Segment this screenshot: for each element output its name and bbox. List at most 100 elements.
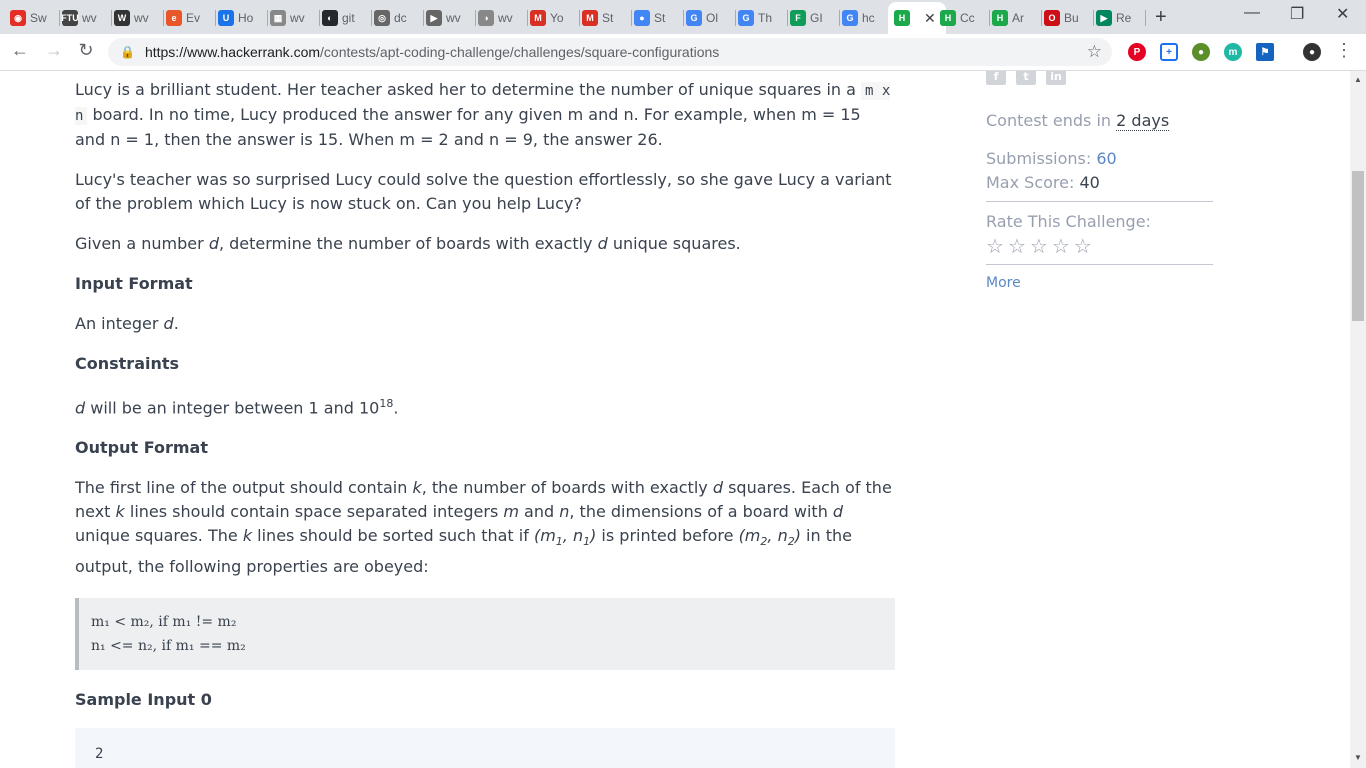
- minimize-icon[interactable]: —: [1244, 4, 1260, 22]
- tab-separator: [267, 10, 268, 26]
- tab-title: Sw: [30, 11, 47, 25]
- browser-tab[interactable]: H Cc: [940, 4, 990, 32]
- browser-tab[interactable]: ▶ Re: [1096, 4, 1146, 32]
- contest-ends: Contest ends in 2 days: [986, 111, 1170, 131]
- tab-title: Cc: [960, 11, 975, 25]
- tab-separator: [839, 10, 840, 26]
- tab-separator: [319, 10, 320, 26]
- browser-tab[interactable]: Wwv: [114, 4, 164, 32]
- twitter-icon[interactable]: t: [1016, 71, 1036, 85]
- browser-tab[interactable]: H ✕: [888, 2, 946, 34]
- close-window-icon[interactable]: ✕: [1336, 4, 1349, 24]
- browser-tab[interactable]: ▦ wv: [270, 4, 320, 32]
- problem-paragraph-2: Lucy's teacher was so surprised Lucy cou…: [75, 170, 892, 213]
- rating-stars: ☆ ☆ ☆ ☆ ☆: [986, 234, 1213, 258]
- tab-favicon-icon: H: [992, 10, 1008, 26]
- tab-favicon-icon: ▶: [426, 10, 442, 26]
- browser-tab[interactable]: FTU wv: [62, 4, 112, 32]
- tab-favicon-icon: M: [530, 10, 546, 26]
- address-bar[interactable]: 🔒 https://www.hackerrank.com/contests/ap…: [108, 38, 1112, 66]
- reload-icon[interactable]: ↻: [74, 40, 98, 61]
- tab-title: hc: [862, 11, 875, 25]
- browser-tab[interactable]: e Ev: [166, 4, 216, 32]
- contest-ends-value: 2 days: [1116, 111, 1170, 131]
- new-tab-button[interactable]: +: [1155, 6, 1167, 29]
- close-tab-icon[interactable]: ✕: [924, 10, 936, 27]
- tab-separator: [1093, 10, 1094, 26]
- browser-tab[interactable]: U Ho: [218, 4, 268, 32]
- tab-favicon-icon: M: [582, 10, 598, 26]
- star-4-icon[interactable]: ☆: [1052, 234, 1070, 258]
- tab-favicon-icon: ◑: [478, 10, 494, 26]
- browser-tab[interactable]: ◑ wv: [478, 4, 528, 32]
- tab-separator: [475, 10, 476, 26]
- browser-tab[interactable]: ◎ dc: [374, 4, 424, 32]
- back-icon[interactable]: ←: [8, 40, 32, 61]
- tab-separator: [683, 10, 684, 26]
- browser-tab[interactable]: O Bu: [1044, 4, 1094, 32]
- bookmark-star-icon[interactable]: ☆: [1087, 42, 1102, 62]
- flag-extension-icon[interactable]: ⚑: [1256, 43, 1274, 61]
- profile-avatar[interactable]: ●: [1303, 43, 1321, 61]
- output-format-text: The first line of the output should cont…: [75, 478, 892, 576]
- tab-separator: [989, 10, 990, 26]
- tab-title: St: [602, 11, 614, 25]
- tab-separator: [111, 10, 112, 26]
- ordering-rule-1: m₁ < m₂, if m₁ != m₂: [91, 613, 237, 630]
- star-1-icon[interactable]: ☆: [986, 234, 1004, 258]
- constraints-heading: Constraints: [75, 354, 180, 373]
- tab-strip: + — ❐ ✕ ◉ Sw FTU wv Wwv e Ev U Ho ▦ wv ◐ git ◎ dc ▶ wv ◑ w…: [0, 0, 1366, 34]
- tab-separator: [527, 10, 528, 26]
- scroll-up-icon[interactable]: ▲: [1354, 75, 1362, 84]
- tab-favicon-icon: ▶: [1096, 10, 1112, 26]
- tab-favicon-icon: U: [218, 10, 234, 26]
- tab-separator: [59, 10, 60, 26]
- social-share: f t in: [986, 71, 1066, 85]
- tab-title: Ev: [186, 11, 201, 25]
- browser-tab[interactable]: ● St: [634, 4, 684, 32]
- browser-tab[interactable]: G Ol: [686, 4, 736, 32]
- browser-tab[interactable]: ▶ wv: [426, 4, 476, 32]
- facebook-icon[interactable]: f: [986, 71, 1006, 85]
- input-format-text: An integer d.: [75, 314, 179, 333]
- browser-tab[interactable]: M St: [582, 4, 632, 32]
- constraints-text: d will be an integer between 1 and 1018.: [75, 397, 399, 418]
- scrollbar-thumb[interactable]: [1352, 171, 1364, 321]
- star-2-icon[interactable]: ☆: [1008, 234, 1026, 258]
- m-extension-icon[interactable]: m: [1224, 43, 1242, 61]
- more-link[interactable]: More: [986, 271, 1213, 295]
- browser-tab[interactable]: ◉ Sw: [10, 4, 60, 32]
- submissions: Submissions: 60: [986, 149, 1117, 168]
- lock-icon: 🔒: [120, 45, 135, 59]
- star-3-icon[interactable]: ☆: [1030, 234, 1048, 258]
- sample-input-value: 2: [95, 745, 104, 762]
- browser-tab[interactable]: Ghc: [842, 4, 892, 32]
- page-scrollbar[interactable]: ▲ ▼: [1350, 71, 1366, 768]
- tab-favicon-icon: FTU: [62, 10, 79, 26]
- browser-tab[interactable]: ◐ git: [322, 4, 372, 32]
- tab-favicon-icon: H: [894, 10, 910, 26]
- pinterest-icon[interactable]: P: [1128, 43, 1146, 61]
- browser-tab[interactable]: F GI: [790, 4, 840, 32]
- tab-favicon-icon: e: [166, 10, 182, 26]
- forward-icon[interactable]: →: [42, 40, 66, 61]
- browser-tab[interactable]: G Th: [738, 4, 788, 32]
- screenshot-extension-icon[interactable]: +: [1160, 43, 1178, 61]
- tab-title: wv: [498, 11, 513, 25]
- tab-favicon-icon: G: [738, 10, 754, 26]
- linkedin-icon[interactable]: in: [1046, 71, 1066, 85]
- sample-input-block: 2: [75, 727, 895, 768]
- scroll-down-icon[interactable]: ▼: [1354, 753, 1362, 762]
- star-5-icon[interactable]: ☆: [1074, 234, 1092, 258]
- globe-extension-icon[interactable]: ●: [1192, 43, 1210, 61]
- maximize-icon[interactable]: ❐: [1290, 4, 1304, 24]
- browser-tab[interactable]: M Yo: [530, 4, 580, 32]
- page-content: Lucy is a brilliant student. Her teacher…: [0, 71, 1350, 768]
- menu-icon[interactable]: ⋮: [1332, 40, 1356, 61]
- tab-title: Yo: [550, 11, 564, 25]
- ordering-rule-2: n₁ <= n₂, if m₁ == m₂: [91, 637, 246, 654]
- submissions-link[interactable]: 60: [1096, 149, 1116, 168]
- browser-tab[interactable]: H Ar: [992, 4, 1042, 32]
- browser-toolbar: ← → ↻ 🔒 https://www.hackerrank.com/conte…: [0, 34, 1366, 71]
- url-text[interactable]: https://www.hackerrank.com/contests/apt-…: [145, 44, 719, 60]
